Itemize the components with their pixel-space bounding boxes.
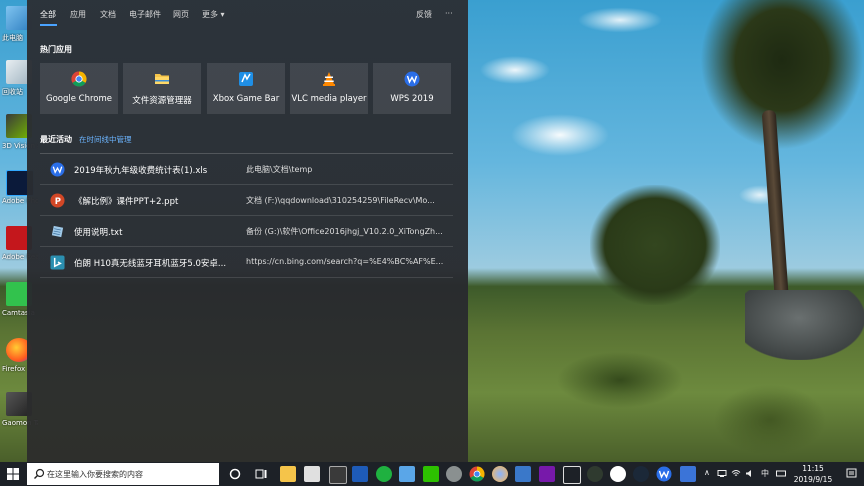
store-taskbar-icon[interactable] <box>304 466 320 482</box>
recent-activity-heading: 最近活动 <box>40 135 72 144</box>
manage-timeline-link[interactable]: 在时间线中管理 <box>79 134 132 145</box>
powerpoint-icon: P <box>50 193 65 208</box>
tab-apps[interactable]: 应用 <box>70 9 86 20</box>
tab-more[interactable]: 更多 ▾ <box>202 9 225 20</box>
recent-item-path: https://cn.bing.com/search?q=%E4%BC%AF%E… <box>246 257 444 266</box>
taskbar-search-box[interactable] <box>27 463 219 485</box>
xbox-game-bar-icon <box>239 72 253 86</box>
top-app-tile-xbox-game-bar[interactable]: Xbox Game Bar <box>207 63 285 114</box>
search-icon <box>34 468 45 479</box>
recent-item-path: 文档 (F:)\qqdownload\310254259\FileRecv\Mo… <box>246 196 435 205</box>
wallpaper-foliage <box>470 320 864 462</box>
snip-taskbar-icon[interactable] <box>563 466 581 484</box>
task-view-icon[interactable] <box>253 466 269 482</box>
feedback-button[interactable]: 反馈 <box>416 9 432 20</box>
top-app-tile-file-explorer[interactable]: 文件资源管理器 <box>123 63 201 114</box>
onenote-taskbar-icon[interactable] <box>539 466 555 482</box>
tile-label: WPS 2019 <box>390 94 434 104</box>
notification-center-icon[interactable] <box>846 468 857 479</box>
taskbar-clock[interactable]: 11:15 2019/9/15 <box>793 463 833 485</box>
wallpaper-tree <box>590 185 720 305</box>
tab-more-label: 更多 <box>202 10 218 19</box>
bing-icon <box>50 255 65 270</box>
recent-item-name: 《解比例》课件PPT+2.ppt <box>74 197 179 207</box>
ime-indicator[interactable]: 中 <box>761 468 771 479</box>
tab-all[interactable]: 全部 <box>40 9 56 20</box>
wechat-taskbar-icon[interactable] <box>423 466 439 482</box>
browser-taskbar-icon[interactable] <box>492 466 508 482</box>
svg-text:P: P <box>55 196 61 206</box>
volume-icon[interactable] <box>745 468 755 479</box>
powershell-taskbar-icon[interactable] <box>352 466 368 482</box>
recent-item-path: 备份 (G:)\软件\Office2016jhgj_V10.2.0_XiTong… <box>246 227 443 236</box>
file-explorer-taskbar-icon[interactable] <box>280 466 296 482</box>
folder-icon <box>155 74 169 84</box>
tab-web[interactable]: 网页 <box>173 9 189 20</box>
feedback-taskbar-icon[interactable] <box>680 466 696 482</box>
tray-app-icon[interactable] <box>587 466 603 482</box>
chevron-down-icon: ▾ <box>220 10 225 19</box>
recent-item-name: 伯朗 H10真无线蓝牙耳机蓝牙5.0安卓... <box>74 259 227 269</box>
top-app-tile-wps[interactable]: WPS 2019 <box>373 63 451 114</box>
wifi-icon[interactable] <box>731 468 741 479</box>
chrome-taskbar-icon[interactable] <box>469 466 485 482</box>
search-scope-tabs: 全部 应用 文档 电子邮件 网页 更多 ▾ 反馈 ··· <box>27 0 468 28</box>
search-panel: 全部 应用 文档 电子邮件 网页 更多 ▾ 反馈 ··· 热门应用 Google… <box>27 0 468 462</box>
top-app-tile-chrome[interactable]: Google Chrome <box>40 63 118 114</box>
terminal-taskbar-icon[interactable] <box>329 466 347 484</box>
more-options-button[interactable]: ··· <box>445 9 453 18</box>
tile-label: 文件资源管理器 <box>132 96 192 106</box>
recent-item-name: 2019年秋九年级收费统计表(1).xls <box>74 166 208 176</box>
network-icon[interactable] <box>717 468 727 479</box>
tile-label: Xbox Game Bar <box>212 94 280 104</box>
active-tab-indicator <box>40 24 57 26</box>
clock-time: 11:15 <box>802 464 824 473</box>
taskbar: ∧ 中 11:15 2019/9/15 <box>0 462 864 486</box>
wps-sheet-icon <box>50 162 65 177</box>
document-taskbar-icon[interactable] <box>515 466 531 482</box>
recent-item[interactable]: P 《解比例》课件PPT+2.ppt 文档 (F:)\qqdownload\31… <box>40 185 453 216</box>
recent-item-path: 此电脑\文档\temp <box>246 165 313 174</box>
search-input[interactable] <box>47 466 215 482</box>
recent-item[interactable]: 2019年秋九年级收费统计表(1).xls 此电脑\文档\temp <box>40 154 453 185</box>
text-file-icon <box>51 225 64 238</box>
tray-chevron-icon[interactable]: ∧ <box>704 468 714 479</box>
tile-label: Google Chrome <box>45 94 113 104</box>
wallpaper-palm-fronds <box>700 0 864 150</box>
remote-desktop-taskbar-icon[interactable] <box>399 466 415 482</box>
recent-item-name: 使用说明.txt <box>74 228 123 238</box>
app-taskbar-icon[interactable] <box>446 466 462 482</box>
tile-label: VLC media player <box>291 94 367 104</box>
tab-documents[interactable]: 文档 <box>100 9 116 20</box>
cortana-icon[interactable] <box>227 466 243 482</box>
qq-taskbar-icon[interactable] <box>610 466 626 482</box>
recent-item[interactable]: 伯朗 H10真无线蓝牙耳机蓝牙5.0安卓... https://cn.bing.… <box>40 247 453 278</box>
top-apps-heading: 热门应用 <box>40 45 72 54</box>
recent-item[interactable]: 使用说明.txt 备份 (G:)\软件\Office2016jhgj_V10.2… <box>40 216 453 247</box>
vlc-icon <box>323 72 335 86</box>
keyboard-icon[interactable] <box>776 468 786 479</box>
row-separator <box>40 277 453 278</box>
tab-email[interactable]: 电子邮件 <box>129 9 161 20</box>
clock-date: 2019/9/15 <box>793 475 833 484</box>
wps-taskbar-icon[interactable] <box>656 466 672 482</box>
steam-taskbar-icon[interactable] <box>633 466 649 482</box>
windows-start-icon[interactable] <box>5 466 21 482</box>
chrome-icon <box>71 71 87 87</box>
top-app-tile-vlc[interactable]: VLC media player <box>290 63 368 114</box>
green-app-taskbar-icon[interactable] <box>376 466 392 482</box>
wps-icon <box>404 71 420 87</box>
